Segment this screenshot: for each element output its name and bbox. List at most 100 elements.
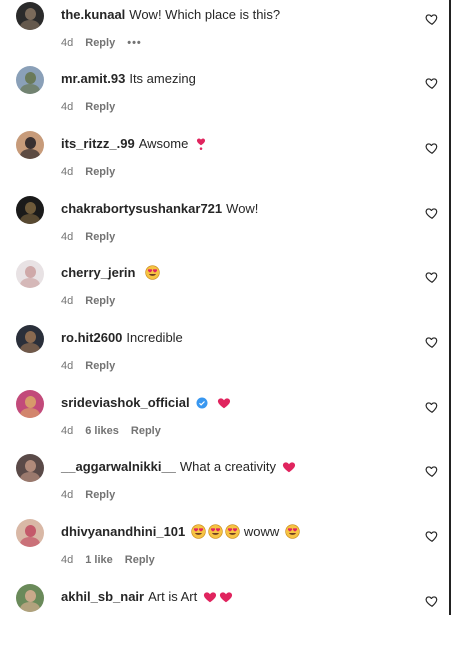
heart-outline-icon[interactable] — [425, 206, 439, 220]
comment-username[interactable]: chakrabortysushankar721 — [61, 201, 222, 216]
comment-meta: 4d Reply — [61, 359, 127, 373]
comment-text: Its amezing — [129, 71, 196, 86]
avatar[interactable] — [16, 390, 44, 418]
comment-text: What a creativity — [179, 459, 276, 474]
avatar[interactable] — [16, 196, 44, 224]
heart-eyes-emoji — [191, 524, 206, 543]
red-heart-emoji — [203, 590, 217, 608]
reply-button[interactable]: Reply — [85, 295, 115, 307]
heart-outline-icon[interactable] — [425, 335, 439, 349]
comment-time: 4d — [61, 489, 74, 501]
comment-line: __aggarwalnikki__ What a creativity — [61, 459, 296, 478]
reply-button[interactable]: Reply — [85, 37, 115, 49]
reply-button[interactable]: Reply — [85, 101, 115, 113]
heart-eyes-emoji — [208, 524, 223, 543]
comment-line: akhil_sb_nair Art is Art — [61, 589, 233, 608]
avatar[interactable] — [16, 66, 44, 94]
reply-button[interactable]: Reply — [85, 489, 115, 501]
comment-text: Awsome — [138, 136, 189, 151]
comment-username[interactable]: akhil_sb_nair — [61, 589, 144, 604]
comment-item: dhivyanandhini_101 woww 4d 1 like Reply — [0, 517, 449, 581]
comment-text: Art is Art — [148, 589, 198, 604]
comment-line: dhivyanandhini_101 woww — [61, 524, 300, 543]
comment-time: 4d — [61, 360, 74, 372]
avatar[interactable] — [16, 2, 44, 30]
comment-username[interactable]: dhivyanandhini_101 — [61, 524, 185, 539]
reply-button[interactable]: Reply — [131, 425, 161, 437]
heart-eyes-emoji — [145, 265, 160, 284]
heart-outline-icon[interactable] — [425, 400, 439, 414]
verified-badge-icon — [196, 397, 208, 413]
heart-outline-icon[interactable] — [425, 12, 439, 26]
comment-text: Wow! Which place is this? — [129, 7, 281, 22]
comment-line: chakrabortysushankar721 Wow! — [61, 201, 258, 217]
reply-button[interactable]: Reply — [85, 166, 115, 178]
comment-time: 4d — [61, 101, 74, 113]
comment-username[interactable]: ro.hit2600 — [61, 330, 122, 345]
heart-eyes-emoji — [285, 524, 300, 543]
avatar[interactable] — [16, 519, 44, 547]
more-options-button[interactable]: ••• — [127, 37, 142, 49]
comment-line: cherry_jerin — [61, 265, 160, 284]
heart-outline-icon[interactable] — [425, 141, 439, 155]
comment-item: its_ritzz_.99 Awsome 4d Reply — [0, 129, 449, 193]
comment-username[interactable]: its_ritzz_.99 — [61, 136, 135, 151]
comment-text: Wow! — [226, 201, 259, 216]
avatar[interactable] — [16, 454, 44, 482]
comment-line: srideviashok_official — [61, 395, 231, 414]
comment-meta: 4d Reply — [61, 230, 127, 244]
comment-likes[interactable]: 6 likes — [85, 425, 119, 437]
avatar[interactable] — [16, 131, 44, 159]
comment-item: srideviashok_official 4d 6 likes Reply — [0, 388, 449, 452]
comment-likes[interactable]: 1 like — [85, 554, 113, 566]
comment-line: the.kunaal Wow! Which place is this? — [61, 7, 280, 23]
comment-username[interactable]: __aggarwalnikki__ — [61, 459, 176, 474]
comment-item: the.kunaal Wow! Which place is this? 4d Rep… — [0, 0, 449, 64]
comment-item: akhil_sb_nair Art is Art — [0, 582, 449, 646]
heart-outline-icon[interactable] — [425, 594, 439, 608]
comments-panel: the.kunaal Wow! Which place is this? 4d Rep… — [0, 0, 451, 615]
heart-outline-icon[interactable] — [425, 464, 439, 478]
comment-time: 4d — [61, 425, 74, 437]
comment-item: ro.hit2600 Incredible 4d Reply — [0, 323, 449, 387]
avatar[interactable] — [16, 325, 44, 353]
reply-button[interactable]: Reply — [125, 554, 155, 566]
comment-item: chakrabortysushankar721 Wow! 4d Reply — [0, 194, 449, 258]
comment-meta: 4d Reply — [61, 165, 127, 179]
comment-meta: 4d 6 likes Reply — [61, 424, 173, 438]
red-heart-emoji — [282, 460, 296, 478]
comment-meta: 4d Reply — [61, 100, 127, 114]
heart-eyes-emoji — [225, 524, 240, 543]
comment-time: 4d — [61, 295, 74, 307]
comment-username[interactable]: the.kunaal — [61, 7, 125, 22]
comment-item: __aggarwalnikki__ What a creativity 4d Rep… — [0, 452, 449, 516]
comment-time: 4d — [61, 231, 74, 243]
avatar[interactable] — [16, 260, 44, 288]
comment-username[interactable]: mr.amit.93 — [61, 71, 125, 86]
comment-username[interactable]: cherry_jerin — [61, 265, 135, 280]
heart-outline-icon[interactable] — [425, 270, 439, 284]
comment-item: mr.amit.93 Its amezing 4d Reply — [0, 64, 449, 128]
comment-line: mr.amit.93 Its amezing — [61, 71, 196, 87]
heart-exclamation-emoji — [194, 137, 208, 155]
red-heart-emoji — [217, 396, 231, 414]
comment-time: 4d — [61, 554, 74, 566]
comment-time: 4d — [61, 37, 74, 49]
comment-meta: 4d Reply — [61, 294, 127, 308]
comment-meta: 4d 1 like Reply — [61, 553, 167, 567]
heart-outline-icon[interactable] — [425, 76, 439, 90]
heart-outline-icon[interactable] — [425, 529, 439, 543]
comment-meta: 4d Reply — [61, 488, 127, 502]
comment-time: 4d — [61, 166, 74, 178]
reply-button[interactable]: Reply — [85, 231, 115, 243]
comment-username[interactable]: srideviashok_official — [61, 395, 190, 410]
comment-meta: 4d Reply ••• — [61, 36, 154, 50]
comment-line: its_ritzz_.99 Awsome — [61, 136, 208, 155]
avatar[interactable] — [16, 584, 44, 612]
comment-line: ro.hit2600 Incredible — [61, 330, 183, 346]
comment-text: woww — [243, 524, 280, 539]
reply-button[interactable]: Reply — [85, 360, 115, 372]
comment-item: cherry_jerin 4d Reply — [0, 258, 449, 322]
red-heart-emoji — [219, 590, 233, 608]
comment-text: Incredible — [126, 330, 183, 345]
